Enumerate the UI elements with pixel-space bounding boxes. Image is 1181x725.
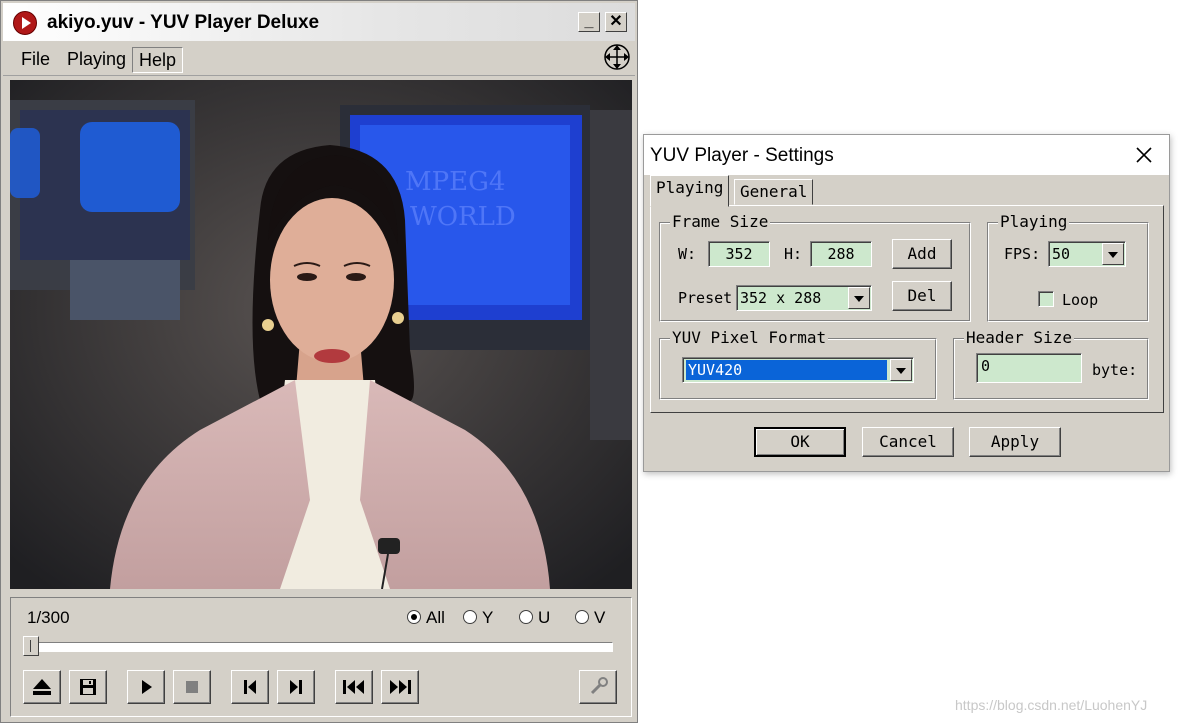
- height-label: H:: [784, 245, 803, 263]
- chevron-down-icon[interactable]: [890, 359, 912, 381]
- width-label: W:: [678, 245, 697, 263]
- first-frame-icon: [343, 680, 364, 694]
- pixel-format-label: YUV Pixel Format: [670, 328, 829, 347]
- chevron-down-icon[interactable]: [848, 287, 870, 309]
- frame-size-group: Frame Size W: 352 H: 288 Add Preset 352 …: [659, 212, 971, 322]
- width-input[interactable]: 352: [708, 241, 770, 267]
- wrench-icon: [590, 677, 608, 695]
- tab-general[interactable]: General: [734, 179, 814, 205]
- cancel-button[interactable]: Cancel: [862, 427, 954, 457]
- header-size-unit: byte:: [1092, 361, 1138, 379]
- playback-controls: 1/300 All Y U V: [10, 597, 632, 717]
- loop-label: Loop: [1062, 291, 1099, 309]
- tab-playing[interactable]: Playing: [650, 175, 730, 207]
- minimize-button[interactable]: _: [578, 12, 600, 32]
- play-icon: [142, 680, 152, 694]
- next-frame-button[interactable]: [277, 670, 315, 704]
- ok-button[interactable]: OK: [754, 427, 846, 457]
- radio-all[interactable]: All: [407, 608, 445, 630]
- settings-title: YUV Player - Settings: [650, 145, 834, 166]
- close-button[interactable]: ✕: [605, 12, 627, 32]
- apply-button[interactable]: Apply: [969, 427, 1061, 457]
- watermark: https://blog.csdn.net/LuohenYJ: [955, 697, 1148, 713]
- fps-value: 50: [1052, 245, 1071, 263]
- menu-help[interactable]: Help: [132, 47, 184, 73]
- settings-dialog: YUV Player - Settings Playing General Fr…: [643, 134, 1170, 472]
- video-image: MPEG4 WORLD: [10, 80, 632, 589]
- add-button[interactable]: Add: [892, 239, 952, 269]
- seek-slider-track[interactable]: [23, 642, 613, 652]
- loop-checkbox[interactable]: [1038, 291, 1054, 307]
- svg-text:MPEG4: MPEG4: [405, 167, 505, 197]
- radio-dot-y: [463, 610, 477, 624]
- move-icon[interactable]: [603, 43, 631, 71]
- player-window: akiyo.yuv - YUV Player Deluxe _ ✕ File P…: [0, 0, 638, 723]
- fps-select[interactable]: 50: [1048, 241, 1126, 267]
- eject-button[interactable]: [23, 670, 61, 704]
- radio-dot-all: [407, 610, 421, 624]
- frame-counter: 1/300: [27, 608, 70, 627]
- menu-playing[interactable]: Playing: [61, 47, 132, 71]
- playing-group: Playing FPS: 50 Loop: [987, 212, 1149, 322]
- save-icon: [80, 679, 96, 695]
- first-frame-button[interactable]: [335, 670, 373, 704]
- eject-icon: [33, 679, 51, 695]
- header-size-group: Header Size 0 byte:: [953, 328, 1149, 400]
- preset-label: Preset: [678, 289, 733, 307]
- pixel-format-value: YUV420: [686, 360, 887, 380]
- seek-slider-thumb[interactable]: [23, 636, 39, 656]
- chevron-down-icon[interactable]: [1102, 243, 1124, 265]
- pixel-format-select[interactable]: YUV420: [682, 357, 914, 383]
- app-logo-icon: [13, 11, 37, 35]
- tab-panel-playing: Frame Size W: 352 H: 288 Add Preset 352 …: [650, 205, 1164, 413]
- stop-icon: [186, 681, 198, 693]
- next-frame-icon: [290, 680, 302, 694]
- settings-button[interactable]: [579, 670, 617, 704]
- last-frame-button[interactable]: [381, 670, 419, 704]
- window-title: akiyo.yuv - YUV Player Deluxe: [47, 12, 320, 33]
- svg-text:WORLD: WORLD: [410, 202, 516, 232]
- fps-label: FPS:: [1004, 245, 1041, 263]
- del-button[interactable]: Del: [892, 281, 952, 311]
- settings-titlebar[interactable]: YUV Player - Settings: [644, 135, 1169, 175]
- radio-v[interactable]: V: [575, 608, 605, 630]
- preset-value: 352 x 288: [740, 289, 822, 307]
- save-button[interactable]: [69, 670, 107, 704]
- prev-frame-button[interactable]: [231, 670, 269, 704]
- radio-dot-v: [575, 610, 589, 624]
- frame-size-label: Frame Size: [670, 212, 771, 231]
- header-size-input[interactable]: 0: [976, 353, 1082, 383]
- height-input[interactable]: 288: [810, 241, 872, 267]
- pixel-format-group: YUV Pixel Format YUV420: [659, 328, 937, 400]
- stop-button[interactable]: [173, 670, 211, 704]
- prev-frame-icon: [244, 680, 256, 694]
- menu-bar: File Playing Help: [3, 41, 635, 76]
- menu-file[interactable]: File: [15, 47, 56, 71]
- radio-u[interactable]: U: [519, 608, 550, 630]
- play-button[interactable]: [127, 670, 165, 704]
- close-icon[interactable]: [1132, 143, 1156, 167]
- video-frame[interactable]: MPEG4 WORLD: [10, 80, 632, 589]
- radio-dot-u: [519, 610, 533, 624]
- last-frame-icon: [390, 680, 411, 694]
- header-size-label: Header Size: [964, 328, 1074, 347]
- preset-select[interactable]: 352 x 288: [736, 285, 872, 311]
- playing-group-label: Playing: [998, 212, 1070, 231]
- player-titlebar[interactable]: akiyo.yuv - YUV Player Deluxe _ ✕: [3, 3, 635, 41]
- radio-y[interactable]: Y: [463, 608, 493, 630]
